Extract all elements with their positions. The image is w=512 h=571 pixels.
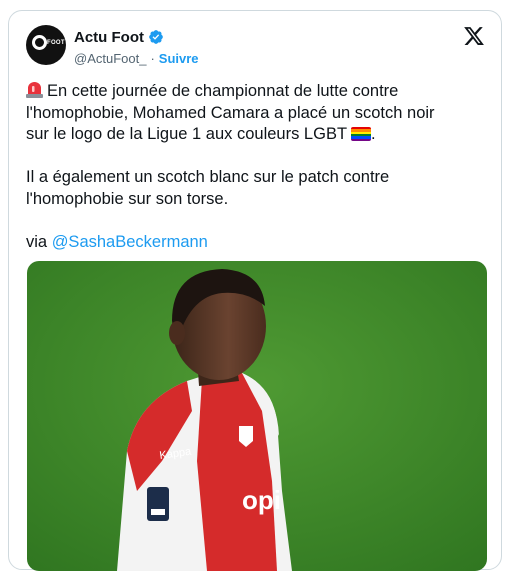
avatar[interactable]: FOOT (26, 25, 66, 65)
separator-dot: · (150, 50, 155, 66)
tweet-line-2: l'homophobie, Mohamed Camara a placé un … (26, 103, 435, 122)
x-logo-icon[interactable] (463, 25, 485, 47)
siren-emoji-icon (26, 82, 43, 98)
jersey-sponsor-text: opi (242, 485, 281, 515)
tweet-media-photo[interactable]: opi Kappa (27, 261, 487, 571)
author-info: Actu Foot @ActuFoot_ · Suivre (74, 27, 199, 67)
tweet-text: En cette journée de championnat de lutte… (26, 81, 494, 253)
tweet-line-5: l'homophobie sur son torse. (26, 189, 229, 208)
tweet-header: FOOT Actu Foot @ActuFoot_ · Suivre (26, 23, 487, 71)
tweet-line-3-end: . (371, 125, 376, 143)
via-prefix: via (26, 232, 52, 251)
avatar-logo-text: FOOT (47, 40, 65, 46)
follow-button[interactable]: Suivre (159, 51, 199, 66)
player-photo: opi Kappa (27, 261, 487, 571)
rainbow-flag-emoji-icon (351, 127, 372, 141)
avatar-logo-ring (32, 35, 47, 50)
author-display-name[interactable]: Actu Foot (74, 29, 144, 46)
author-handle[interactable]: @ActuFoot_ (74, 51, 146, 66)
tweet-line-1: En cette journée de championnat de lutte… (47, 82, 399, 100)
mention-link[interactable]: @SashaBeckermann (52, 233, 208, 251)
tweet-line-3: sur le logo de la Ligue 1 aux couleurs L… (26, 125, 348, 143)
tweet-card[interactable]: FOOT Actu Foot @ActuFoot_ · Suivre En ce… (8, 10, 502, 571)
verified-badge-icon (149, 30, 163, 44)
tweet-line-4: Il a également un scotch blanc sur le pa… (26, 168, 390, 186)
